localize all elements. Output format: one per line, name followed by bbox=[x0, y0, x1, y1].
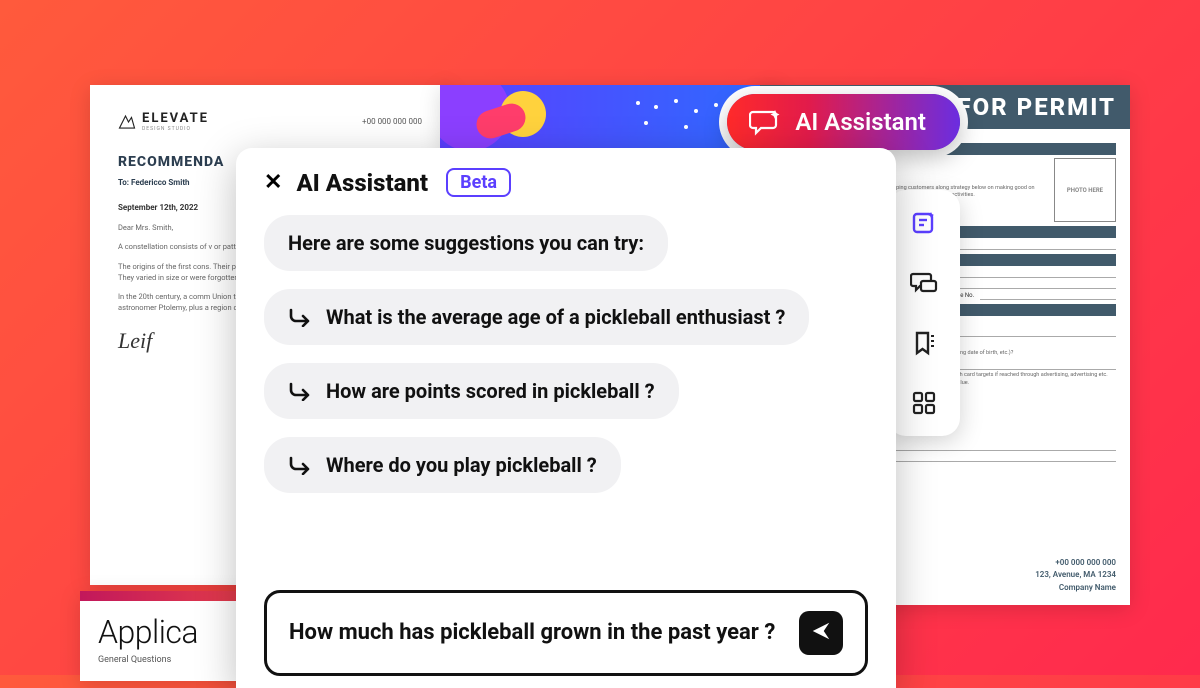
prompt-text[interactable]: How much has pickleball grown in the pas… bbox=[289, 618, 785, 648]
letter-brand: ELEVATE bbox=[142, 111, 209, 126]
panel-title: AI Assistant bbox=[296, 169, 428, 197]
close-icon[interactable]: ✕ bbox=[264, 170, 282, 195]
elevate-logo-icon bbox=[118, 113, 136, 131]
letter-phone: +00 000 000 000 bbox=[362, 117, 422, 126]
suggestion-3[interactable]: Where do you play pickleball ? bbox=[264, 437, 621, 493]
intro-message: Here are some suggestions you can try: bbox=[264, 215, 668, 271]
bookmark-icon[interactable] bbox=[909, 328, 939, 358]
ai-note-icon[interactable] bbox=[909, 208, 939, 238]
chat-sparkle-icon bbox=[749, 108, 781, 136]
suggestion-text: Where do you play pickleball ? bbox=[326, 453, 597, 477]
reply-arrow-icon bbox=[288, 307, 314, 327]
letter-brand-sub: DESIGN STUDIO bbox=[142, 126, 209, 132]
suggestion-1[interactable]: What is the average age of a pickleball … bbox=[264, 289, 809, 345]
suggestion-text: What is the average age of a pickleball … bbox=[326, 305, 785, 329]
send-icon bbox=[810, 620, 832, 646]
letter-logo: ELEVATE DESIGN STUDIO bbox=[118, 111, 209, 132]
beta-badge: Beta bbox=[446, 168, 511, 197]
ai-assistant-button[interactable]: AI Assistant bbox=[727, 94, 960, 150]
send-button[interactable] bbox=[799, 611, 843, 655]
comments-icon[interactable] bbox=[909, 268, 939, 298]
prompt-input[interactable]: How much has pickleball grown in the pas… bbox=[264, 590, 868, 676]
side-toolbar bbox=[888, 190, 960, 436]
reply-arrow-icon bbox=[288, 455, 314, 475]
grid-apps-icon[interactable] bbox=[909, 388, 939, 418]
ai-assistant-button-label: AI Assistant bbox=[795, 108, 926, 136]
suggestion-text: How are points scored in pickleball ? bbox=[326, 379, 655, 403]
ai-assistant-panel: ✕ AI Assistant Beta Here are some sugges… bbox=[236, 148, 896, 688]
suggestion-2[interactable]: How are points scored in pickleball ? bbox=[264, 363, 679, 419]
intro-text: Here are some suggestions you can try: bbox=[288, 231, 644, 255]
permit-photo-placeholder: PHOTO HERE bbox=[1054, 158, 1116, 222]
reply-arrow-icon bbox=[288, 381, 314, 401]
